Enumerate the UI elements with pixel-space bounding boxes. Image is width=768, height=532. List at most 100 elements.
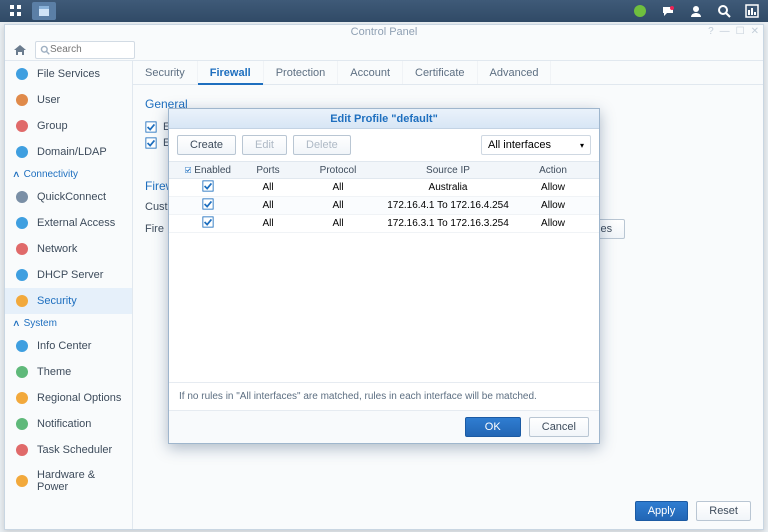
delete-button[interactable]: Delete <box>293 135 351 155</box>
sidebar-item-network[interactable]: Network <box>5 236 132 262</box>
create-button[interactable]: Create <box>177 135 236 155</box>
status-leaf-icon[interactable] <box>628 2 652 20</box>
cell-protocol: All <box>303 218 373 229</box>
checkbox-checked-icon <box>145 137 157 149</box>
search-input[interactable] <box>50 44 120 55</box>
task-icon <box>15 443 29 457</box>
sidebar-item-label: Notification <box>37 418 91 430</box>
shield-icon <box>15 294 29 308</box>
tab-advanced[interactable]: Advanced <box>478 61 552 84</box>
sidebar-item-domain-ldap[interactable]: Domain/LDAP <box>5 139 132 165</box>
help-icon[interactable]: ? <box>708 25 714 39</box>
sidebar-item-external-access[interactable]: External Access <box>5 210 132 236</box>
sidebar-item-dhcp-server[interactable]: DHCP Server <box>5 262 132 288</box>
sidebar-item-group[interactable]: Group <box>5 113 132 139</box>
reset-button[interactable]: Reset <box>696 501 751 521</box>
apply-button[interactable]: Apply <box>635 501 689 521</box>
sidebar-item-label: Group <box>37 120 68 132</box>
apps-grid-icon[interactable] <box>4 2 28 20</box>
col-protocol: Protocol <box>303 165 373 176</box>
close-icon[interactable]: ✕ <box>751 25 759 39</box>
cell-source: 172.16.3.1 To 172.16.3.254 <box>373 218 523 229</box>
tab-firewall[interactable]: Firewall <box>198 61 264 84</box>
tab-protection[interactable]: Protection <box>264 61 339 84</box>
sidebar-item-label: File Services <box>37 68 100 80</box>
home-icon[interactable] <box>11 41 29 59</box>
table-row[interactable]: AllAll172.16.4.1 To 172.16.4.254Allow <box>169 197 599 215</box>
sidebar-item-label: Info Center <box>37 340 91 352</box>
sidebar-item-user[interactable]: User <box>5 87 132 113</box>
ok-button[interactable]: OK <box>465 417 521 437</box>
sidebar-item-label: Security <box>37 295 77 307</box>
search-box[interactable] <box>35 41 135 59</box>
tab-bar: SecurityFirewallProtectionAccountCertifi… <box>133 61 763 85</box>
tab-security[interactable]: Security <box>133 61 198 84</box>
sidebar-item-label: Domain/LDAP <box>37 146 107 158</box>
sidebar-item-security[interactable]: Security <box>5 288 132 314</box>
sidebar-item-file-services[interactable]: File Services <box>5 61 132 87</box>
sidebar-item-notification[interactable]: Notification <box>5 411 132 437</box>
sidebar-item-quickconnect[interactable]: QuickConnect <box>5 184 132 210</box>
notification-icon <box>15 417 29 431</box>
app-task-icon[interactable] <box>32 2 56 20</box>
minimize-icon[interactable]: — <box>720 25 730 39</box>
cell-protocol: All <box>303 182 373 193</box>
checkbox-checked-icon[interactable] <box>202 216 214 228</box>
sidebar-item-hardware-power[interactable]: Hardware & Power <box>5 463 132 499</box>
sidebar-item-label: Theme <box>37 366 71 378</box>
cell-ports: All <box>233 200 303 211</box>
folder-share-icon <box>15 67 29 81</box>
table-row[interactable]: AllAllAustraliaAllow <box>169 179 599 197</box>
tab-certificate[interactable]: Certificate <box>403 61 478 84</box>
interface-select[interactable]: All interfaces <box>481 135 591 155</box>
checkbox-checked-icon[interactable] <box>185 164 191 176</box>
cell-source: 172.16.4.1 To 172.16.4.254 <box>373 200 523 211</box>
group-icon <box>15 119 29 133</box>
table-header-row: Enabled Ports Protocol Source IP Action <box>169 161 599 179</box>
checkbox-checked-icon[interactable] <box>202 180 214 192</box>
sidebar-item-label: External Access <box>37 217 115 229</box>
chat-icon[interactable] <box>656 2 680 20</box>
sidebar-item-label: Network <box>37 243 77 255</box>
sidebar-item-theme[interactable]: Theme <box>5 359 132 385</box>
cell-source: Australia <box>373 182 523 193</box>
checkbox-checked-icon[interactable] <box>202 198 214 210</box>
sidebar-item-label: DHCP Server <box>37 269 103 281</box>
search-icon[interactable] <box>712 2 736 20</box>
sidebar-item-label: Regional Options <box>37 392 121 404</box>
cell-action: Allow <box>523 218 583 229</box>
user-icon <box>15 93 29 107</box>
search-icon <box>40 45 50 55</box>
dashboard-icon[interactable] <box>740 2 764 20</box>
col-enabled: Enabled <box>194 165 231 176</box>
theme-icon <box>15 365 29 379</box>
info-icon <box>15 339 29 353</box>
sidebar-category[interactable]: System <box>5 314 132 333</box>
sidebar-item-label: Task Scheduler <box>37 444 112 456</box>
sidebar-category[interactable]: Connectivity <box>5 165 132 184</box>
edit-button[interactable]: Edit <box>242 135 287 155</box>
sidebar-item-info-center[interactable]: Info Center <box>5 333 132 359</box>
sidebar-item-label: QuickConnect <box>37 191 106 203</box>
window-title-bar: Control Panel ? — ☐ ✕ <box>5 25 763 39</box>
table-row[interactable]: AllAll172.16.3.1 To 172.16.3.254Allow <box>169 215 599 233</box>
window-title: Control Panel <box>351 26 418 38</box>
tab-account[interactable]: Account <box>338 61 403 84</box>
sidebar-item-regional-options[interactable]: Regional Options <box>5 385 132 411</box>
cell-ports: All <box>233 218 303 229</box>
col-ports: Ports <box>233 165 303 176</box>
cell-action: Allow <box>523 200 583 211</box>
sidebar-item-task-scheduler[interactable]: Task Scheduler <box>5 437 132 463</box>
col-action: Action <box>523 165 583 176</box>
cancel-button[interactable]: Cancel <box>529 417 589 437</box>
dhcp-icon <box>15 268 29 282</box>
network-icon <box>15 242 29 256</box>
maximize-icon[interactable]: ☐ <box>736 25 745 39</box>
cell-action: Allow <box>523 182 583 193</box>
cell-ports: All <box>233 182 303 193</box>
edit-profile-dialog: Edit Profile "default" Create Edit Delet… <box>168 108 600 444</box>
user-icon[interactable] <box>684 2 708 20</box>
globe-icon <box>15 216 29 230</box>
sidebar-item-label: Hardware & Power <box>37 469 122 493</box>
sidebar[interactable]: File Services User Group Domain/LDAP Connect… <box>5 61 133 529</box>
